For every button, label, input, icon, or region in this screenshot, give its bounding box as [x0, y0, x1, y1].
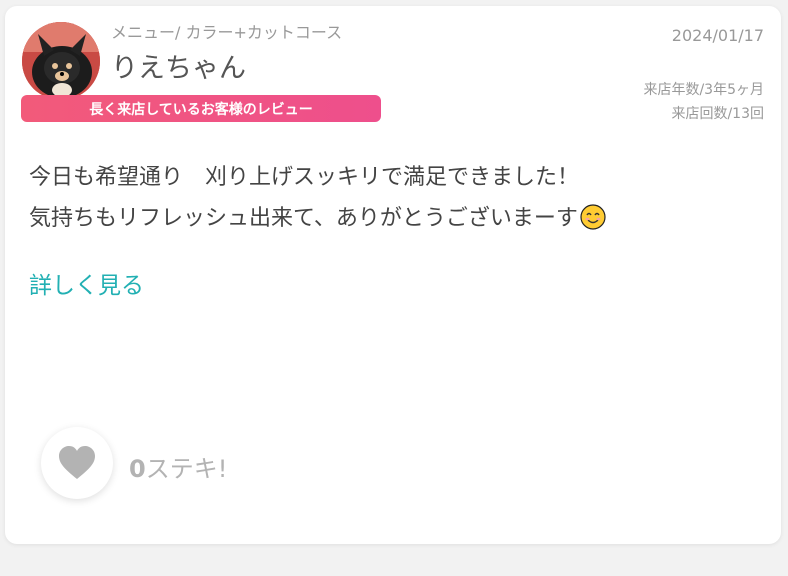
review-body: 今日も希望通り 刈り上げスッキリで満足できました！ 気持ちもリフレッシュ出来て、… — [29, 157, 769, 239]
like-label: ステキ! — [145, 455, 228, 483]
review-card: メニュー/ カラー+カットコース りえちゃん 長く来店しているお客様のレビュー … — [5, 6, 781, 544]
review-body-line-with-emoji: 気持ちもリフレッシュ出来て、ありがとうございまーす — [29, 198, 769, 239]
heart-icon — [59, 446, 95, 479]
visit-stats: 来店年数/3年5ヶ月 来店回数/13回 — [643, 78, 764, 126]
long-time-customer-badge: 長く来店しているお客様のレビュー — [21, 95, 381, 122]
review-body-line: 気持ちもリフレッシュ出来て、ありがとうございまーす — [29, 206, 578, 231]
smiling-face-emoji-icon — [580, 204, 606, 230]
avatar-dog-icon — [22, 22, 100, 100]
visit-count: 来店回数/13回 — [671, 106, 764, 122]
like-count-number: 0 — [129, 455, 146, 483]
like-count: 0ステキ! — [129, 449, 227, 484]
read-more-link[interactable]: 詳しく見る — [29, 266, 144, 300]
reviewer-name: りえちゃん — [111, 53, 246, 84]
review-date: 2024/01/17 — [671, 26, 764, 45]
avatar — [22, 22, 100, 100]
review-body-line: 今日も希望通り 刈り上げスッキリで満足できました！ — [29, 165, 580, 190]
like-button[interactable] — [41, 427, 113, 499]
menu-course: メニュー/ カラー+カットコース — [111, 23, 343, 42]
visit-years: 来店年数/3年5ヶ月 — [643, 82, 764, 98]
